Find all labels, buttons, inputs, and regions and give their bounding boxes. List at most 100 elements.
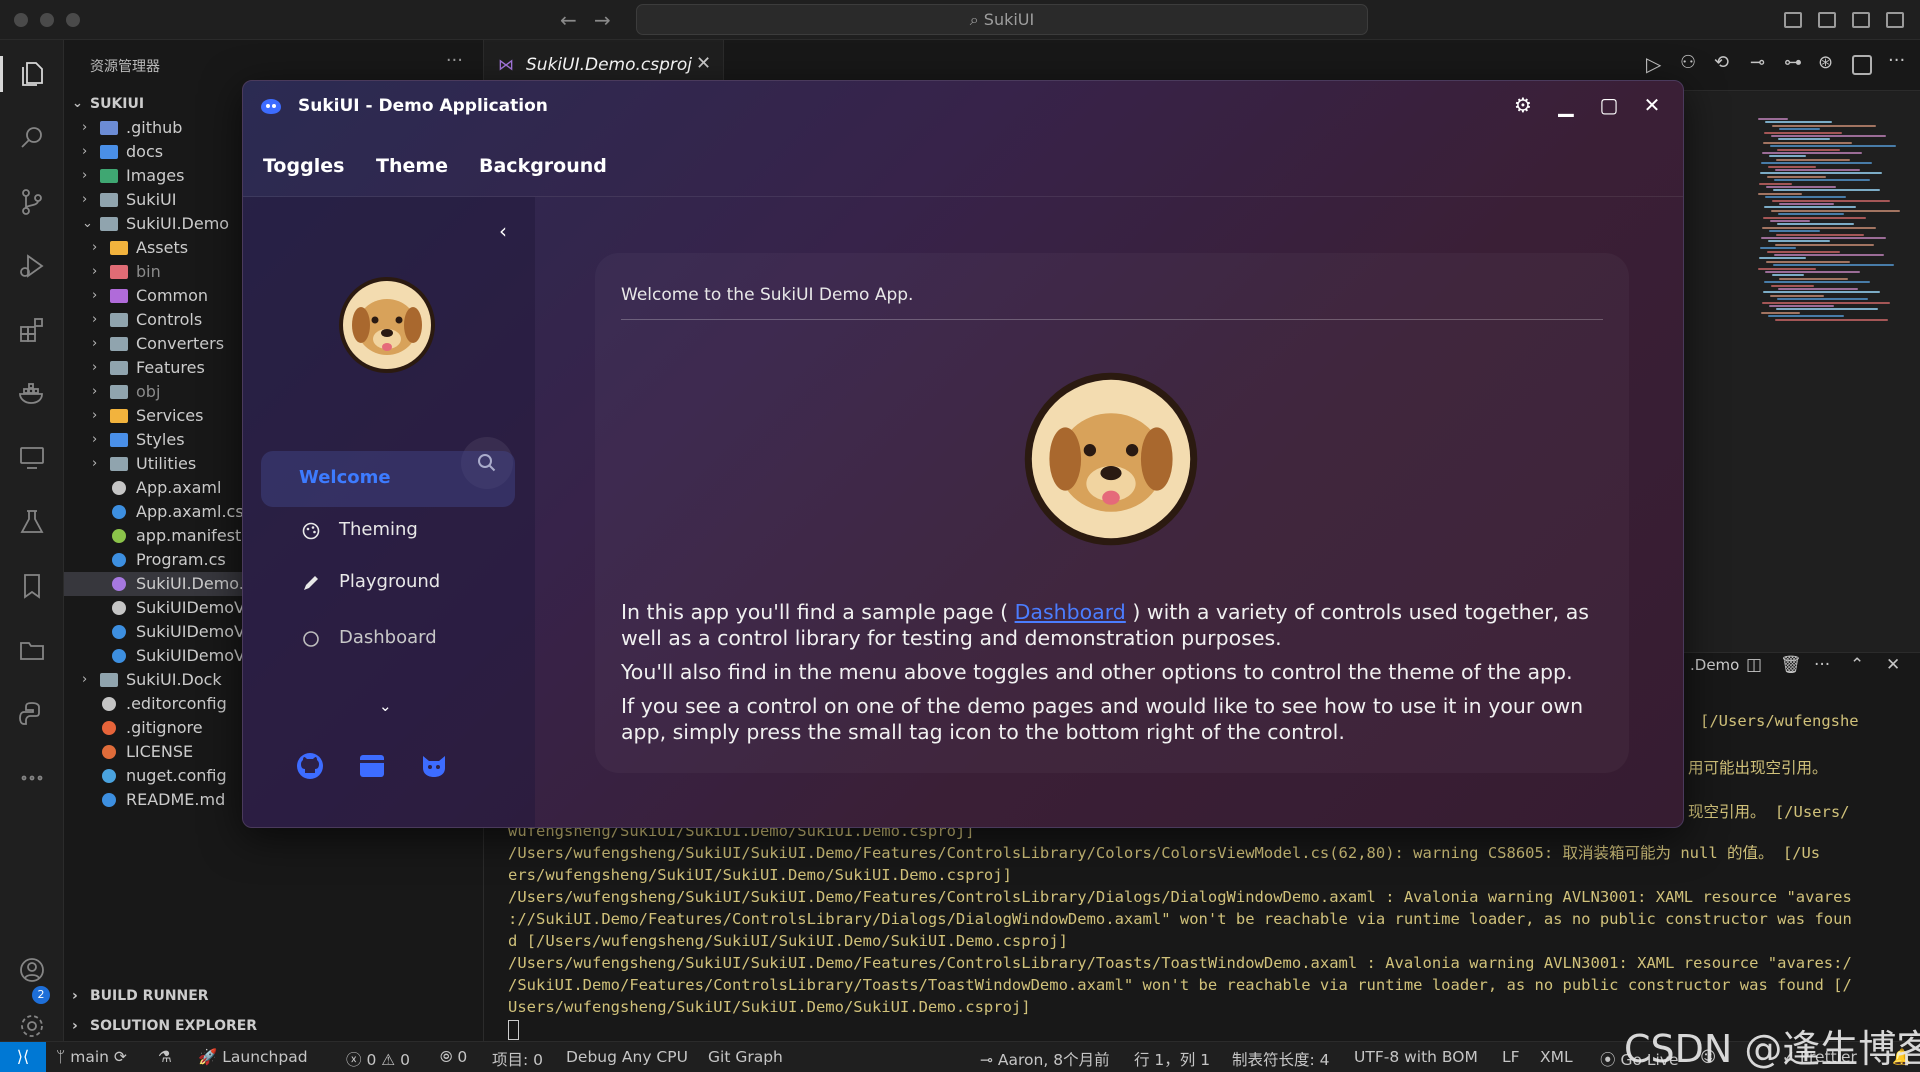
source-control-activity[interactable] (0, 178, 64, 226)
extensions-activity[interactable] (0, 306, 64, 354)
accounts-activity[interactable] (0, 946, 64, 994)
nav-welcome[interactable]: Welcome (261, 451, 515, 507)
git-next-icon[interactable]: ⊶ (1784, 52, 1802, 73)
build-runner-section[interactable]: › BUILD RUNNER (64, 984, 483, 1008)
gear-icon[interactable]: ⚙ (1511, 93, 1535, 117)
close-traffic-light[interactable] (14, 13, 28, 27)
error-icon: ⓧ (346, 1051, 367, 1069)
csharp-file-icon (112, 625, 126, 639)
nav-theming[interactable]: Theming (261, 503, 515, 559)
cat-icon[interactable] (419, 751, 449, 781)
problems-status[interactable]: ⓧ 0 ⚠ 0 (346, 1048, 410, 1070)
tab-label: SukiUI.Demo.csproj (526, 55, 693, 75)
remote-explorer-activity[interactable] (0, 434, 64, 482)
person-icon[interactable]: ⚇ (1680, 52, 1696, 73)
toggle-sidebar-icon[interactable] (1784, 12, 1802, 28)
trash-icon[interactable]: 🗑 (1780, 655, 1802, 675)
tree-item-label: bin (136, 262, 161, 281)
tab-size-status[interactable]: 制表符长度: 4 (1232, 1048, 1330, 1070)
more-actions-icon[interactable]: ··· (1888, 50, 1905, 71)
account-icon (20, 958, 44, 982)
minimap-line (1761, 162, 1872, 165)
csharp-file-icon (112, 505, 126, 519)
remote-indicator[interactable]: ⟩⟨ (0, 1042, 46, 1072)
run-debug-activity[interactable] (0, 242, 64, 290)
menu-toggles[interactable]: Toggles (263, 155, 344, 177)
nav-label: Playground (339, 571, 441, 592)
nav-dashboard[interactable]: Dashboard (261, 607, 515, 663)
eol-status[interactable]: LF (1502, 1048, 1520, 1066)
license-file-icon (102, 745, 116, 759)
split-editor-icon[interactable] (1852, 55, 1872, 75)
maximize-panel-icon[interactable]: ⌃ (1850, 655, 1864, 675)
cursor-position-status[interactable]: 行 1，列 1 (1134, 1048, 1210, 1070)
back-arrow-icon[interactable]: ← (560, 8, 577, 32)
ports-status[interactable]: ⦾ 0 (440, 1048, 467, 1067)
project-manager-activity[interactable] (0, 626, 64, 674)
window-app-icon[interactable] (357, 751, 387, 781)
terminal-line: d [/Users/wufengsheng/SukiUI/SukiUI.Demo… (508, 932, 1068, 950)
git-graph-icon[interactable]: ⊛ (1818, 52, 1833, 73)
chevron-left-icon[interactable]: ‹ (499, 219, 507, 243)
explorer-more-icon[interactable]: ··· (446, 50, 463, 71)
maximize-icon[interactable]: ▢ (1597, 93, 1621, 117)
debug-config-status[interactable]: Debug Any CPU (566, 1048, 688, 1066)
search-activity[interactable] (0, 114, 64, 162)
dashboard-link[interactable]: Dashboard (1015, 600, 1126, 624)
docker-activity[interactable] (0, 370, 64, 418)
zoom-traffic-light[interactable] (66, 13, 80, 27)
minimap-line (1766, 260, 1850, 263)
timeline-back-icon[interactable]: ⟲ (1714, 52, 1729, 73)
minimap-line (1776, 158, 1850, 161)
chevron-down-icon[interactable]: ⌄ (379, 697, 392, 715)
solution-explorer-section[interactable]: › SOLUTION EXPLORER (64, 1014, 483, 1038)
more-activity[interactable] (0, 754, 64, 802)
tree-item-label: LICENSE (126, 742, 194, 761)
minimap-line (1779, 203, 1834, 205)
git-commit-icon[interactable]: ⊸ (1750, 52, 1765, 73)
launchpad-status[interactable]: 🚀 Launchpad (198, 1048, 308, 1066)
title-divider (621, 319, 1603, 320)
encoding-status[interactable]: UTF-8 with BOM (1354, 1048, 1478, 1066)
axaml-file-icon (112, 481, 126, 495)
toggle-panel-icon[interactable] (1818, 12, 1836, 28)
projects-status[interactable]: 项目: 0 (492, 1048, 543, 1070)
minimize-traffic-light[interactable] (40, 13, 54, 27)
blame-status[interactable]: ⊸ Aaron, 8个月前 (980, 1048, 1110, 1070)
more-icon[interactable]: ··· (1814, 655, 1830, 675)
minimap[interactable] (1752, 118, 1908, 328)
minimap-line (1774, 254, 1884, 256)
branch-status[interactable]: ᛘ main ⟳ (56, 1048, 127, 1066)
bookmarks-activity[interactable] (0, 562, 64, 610)
forward-arrow-icon[interactable]: → (594, 8, 611, 32)
nav-playground[interactable]: Playground (261, 555, 515, 611)
warning-icon: ⚠ (376, 1051, 401, 1069)
terminal-line: ers/wufengsheng/SukiUI/SukiUI.Demo/SukiU… (508, 866, 1012, 884)
git-graph-status[interactable]: Git Graph (708, 1048, 783, 1066)
split-terminal-icon[interactable]: ◫ (1746, 655, 1762, 675)
chevron-right-icon: › (72, 988, 78, 1004)
minimize-icon[interactable]: ▁ (1554, 93, 1578, 117)
chevron-right-icon: › (92, 408, 98, 423)
git-fetch-icon[interactable]: ⚗ (158, 1048, 172, 1066)
command-center[interactable]: ⌕ SukiUI (636, 4, 1368, 35)
minimap-line (1779, 128, 1820, 131)
close-panel-icon[interactable]: ✕ (1886, 655, 1900, 675)
language-status[interactable]: XML (1540, 1048, 1573, 1066)
python-icon (19, 702, 40, 725)
run-icon[interactable]: ▷ (1646, 52, 1661, 76)
terminal-line: /Users/wufengsheng/SukiUI/SukiUI.Demo/Fe… (508, 888, 1852, 906)
menu-theme[interactable]: Theme (376, 155, 448, 177)
github-icon[interactable] (295, 751, 325, 781)
toggle-secondary-sidebar-icon[interactable] (1852, 12, 1870, 28)
testing-activity[interactable] (0, 498, 64, 546)
menu-background[interactable]: Background (479, 155, 607, 177)
minimap-line (1759, 257, 1806, 260)
pencil-icon (304, 576, 318, 590)
close-icon[interactable]: ✕ (696, 53, 711, 74)
customize-layout-icon[interactable] (1886, 12, 1904, 28)
minimap-line (1769, 155, 1806, 158)
python-activity[interactable] (0, 690, 64, 738)
close-icon[interactable]: ✕ (1640, 93, 1664, 117)
explorer-activity[interactable] (0, 50, 64, 98)
